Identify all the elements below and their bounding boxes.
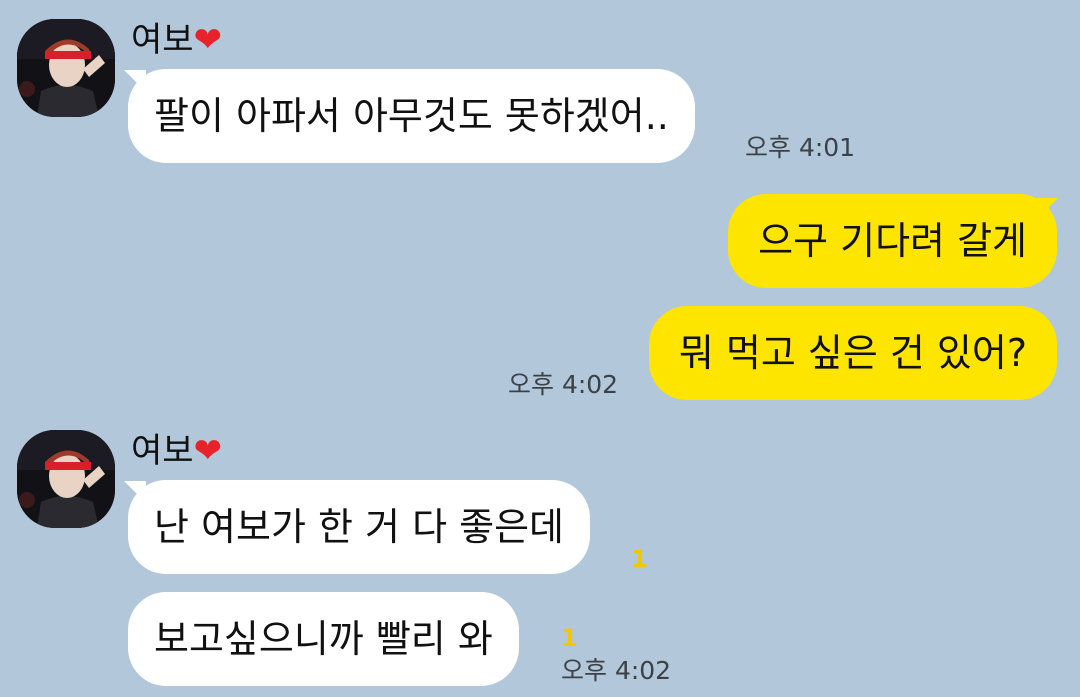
sender-name-label: 여보	[131, 431, 194, 471]
chat-screen: { "chat": { "groups": [ { "sender": "여보"…	[0, 0, 1080, 697]
sender-name: 여보❤	[131, 431, 222, 471]
message-bubble[interactable]: 팔이 아파서 아무것도 못하겠어..	[128, 69, 695, 163]
avatar[interactable]	[17, 19, 115, 117]
unread-count: 1	[631, 545, 648, 573]
message-time: 오후 4:02	[508, 370, 619, 399]
avatar[interactable]	[17, 430, 115, 528]
message-bubble[interactable]: 난 여보가 한 거 다 좋은데	[128, 480, 590, 574]
message-time: 오후 4:01	[745, 133, 856, 162]
message-bubble[interactable]: 으구 기다려 갈게	[728, 194, 1057, 288]
message-text: 난 여보가 한 거 다 좋은데	[154, 505, 564, 549]
heart-icon: ❤	[193, 20, 223, 60]
heart-icon: ❤	[193, 431, 223, 471]
message-bubble[interactable]: 뭐 먹고 싶은 건 있어?	[648, 306, 1057, 400]
profile-photo-icon	[17, 19, 115, 117]
unread-count: 1	[561, 624, 578, 652]
message-text: 보고싶으니까 빨리 와	[154, 617, 493, 661]
message-text: 팔이 아파서 아무것도 못하겠어..	[154, 94, 669, 138]
message-text: 뭐 먹고 싶은 건 있어?	[678, 331, 1027, 375]
sender-name-label: 여보	[131, 20, 194, 60]
sender-name: 여보❤	[131, 20, 222, 60]
message-time: 오후 4:02	[561, 656, 672, 685]
message-bubble[interactable]: 보고싶으니까 빨리 와	[128, 592, 519, 686]
message-text: 으구 기다려 갈게	[758, 219, 1027, 263]
profile-photo-icon	[17, 430, 115, 528]
